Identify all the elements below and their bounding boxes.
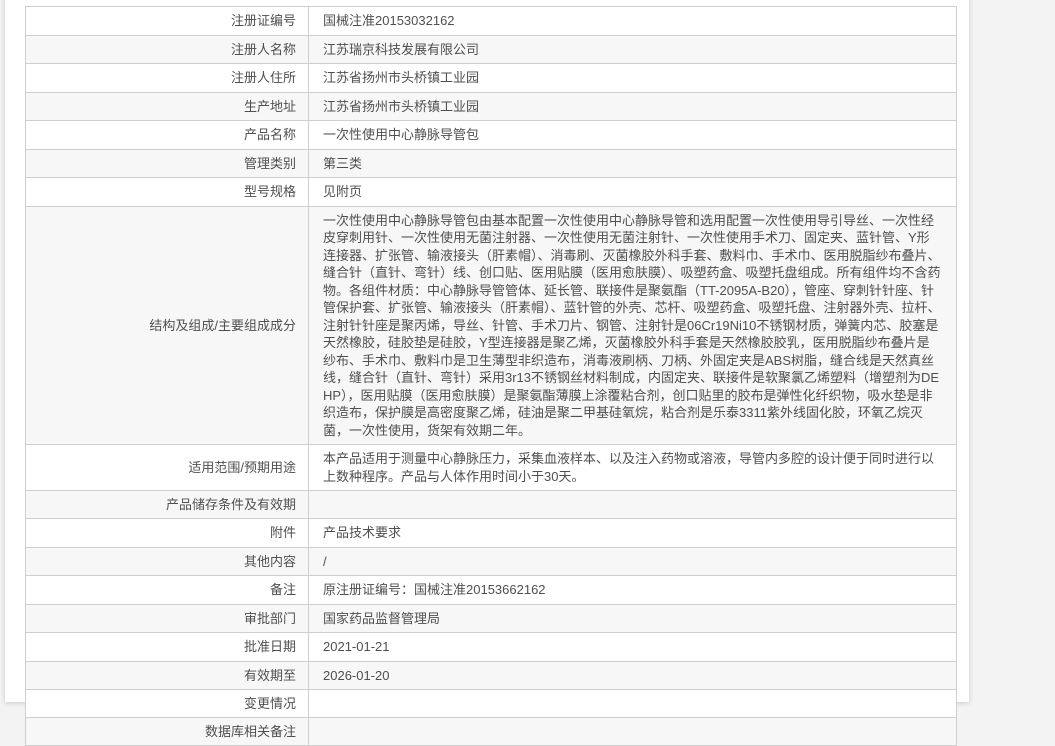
row-value: 原注册证编号：国械注准20153662162 xyxy=(309,576,957,605)
record-card: 注册证编号 国械注准20153032162 注册人名称 江苏瑞京科技发展有限公司… xyxy=(5,0,969,702)
table-row-registration-number: 注册证编号 国械注准20153032162 xyxy=(26,7,957,36)
row-value xyxy=(309,718,957,746)
row-label: 注册人住所 xyxy=(26,64,309,93)
row-label: 审批部门 xyxy=(26,604,309,633)
row-label: 备注 xyxy=(26,576,309,605)
table-row-remarks: 备注 原注册证编号：国械注准20153662162 xyxy=(26,576,957,605)
table-row-registrant-address: 注册人住所 江苏省扬州市头桥镇工业园 xyxy=(26,64,957,93)
row-label: 注册人名称 xyxy=(26,35,309,64)
row-label: 结构及组成/主要组成成分 xyxy=(26,206,309,445)
row-label: 产品储存条件及有效期 xyxy=(26,491,309,519)
table-row-storage-conditions: 产品储存条件及有效期 xyxy=(26,491,957,519)
row-value: 本产品适用于测量中心静脉压力，采集血液样本、以及注入药物或溶液，导管内多腔的设计… xyxy=(309,445,957,491)
row-label: 批准日期 xyxy=(26,633,309,662)
row-value: 国械注准20153032162 xyxy=(309,7,957,36)
row-label: 其他内容 xyxy=(26,547,309,576)
table-row-model-spec: 型号规格 见附页 xyxy=(26,178,957,207)
table-row-valid-until: 有效期至 2026-01-20 xyxy=(26,661,957,690)
table-row-registrant-name: 注册人名称 江苏瑞京科技发展有限公司 xyxy=(26,35,957,64)
row-value: 一次性使用中心静脉导管包 xyxy=(309,121,957,150)
row-value: 产品技术要求 xyxy=(309,519,957,548)
table-row-change-status: 变更情况 xyxy=(26,690,957,718)
row-value: 一次性使用中心静脉导管包由基本配置一次性使用中心静脉导管和选用配置一次性使用导引… xyxy=(309,206,957,445)
row-value: 第三类 xyxy=(309,149,957,178)
row-value: 2021-01-21 xyxy=(309,633,957,662)
row-label: 适用范围/预期用途 xyxy=(26,445,309,491)
row-label: 附件 xyxy=(26,519,309,548)
row-value: 江苏省扬州市头桥镇工业园 xyxy=(309,64,957,93)
row-label: 数据库相关备注 xyxy=(26,718,309,746)
registration-record-table: 注册证编号 国械注准20153032162 注册人名称 江苏瑞京科技发展有限公司… xyxy=(25,6,957,746)
row-label: 生产地址 xyxy=(26,92,309,121)
row-label: 型号规格 xyxy=(26,178,309,207)
table-row-production-address: 生产地址 江苏省扬州市头桥镇工业园 xyxy=(26,92,957,121)
table-row-database-notes: 数据库相关备注 xyxy=(26,718,957,746)
row-value: 江苏瑞京科技发展有限公司 xyxy=(309,35,957,64)
table-row-approval-date: 批准日期 2021-01-21 xyxy=(26,633,957,662)
table-row-approval-department: 审批部门 国家药品监督管理局 xyxy=(26,604,957,633)
row-value: 2026-01-20 xyxy=(309,661,957,690)
row-value xyxy=(309,690,957,718)
table-row-other-content: 其他内容 / xyxy=(26,547,957,576)
row-label: 管理类别 xyxy=(26,149,309,178)
table-row-management-category: 管理类别 第三类 xyxy=(26,149,957,178)
table-row-product-name: 产品名称 一次性使用中心静脉导管包 xyxy=(26,121,957,150)
row-value: 见附页 xyxy=(309,178,957,207)
row-value: / xyxy=(309,547,957,576)
row-label: 产品名称 xyxy=(26,121,309,150)
table-row-structure-composition: 结构及组成/主要组成成分 一次性使用中心静脉导管包由基本配置一次性使用中心静脉导… xyxy=(26,206,957,445)
row-label: 有效期至 xyxy=(26,661,309,690)
table-row-attachment: 附件 产品技术要求 xyxy=(26,519,957,548)
row-label: 变更情况 xyxy=(26,690,309,718)
row-value: 国家药品监督管理局 xyxy=(309,604,957,633)
row-label: 注册证编号 xyxy=(26,7,309,36)
row-value xyxy=(309,491,957,519)
row-value: 江苏省扬州市头桥镇工业园 xyxy=(309,92,957,121)
table-row-intended-use: 适用范围/预期用途 本产品适用于测量中心静脉压力，采集血液样本、以及注入药物或溶… xyxy=(26,445,957,491)
